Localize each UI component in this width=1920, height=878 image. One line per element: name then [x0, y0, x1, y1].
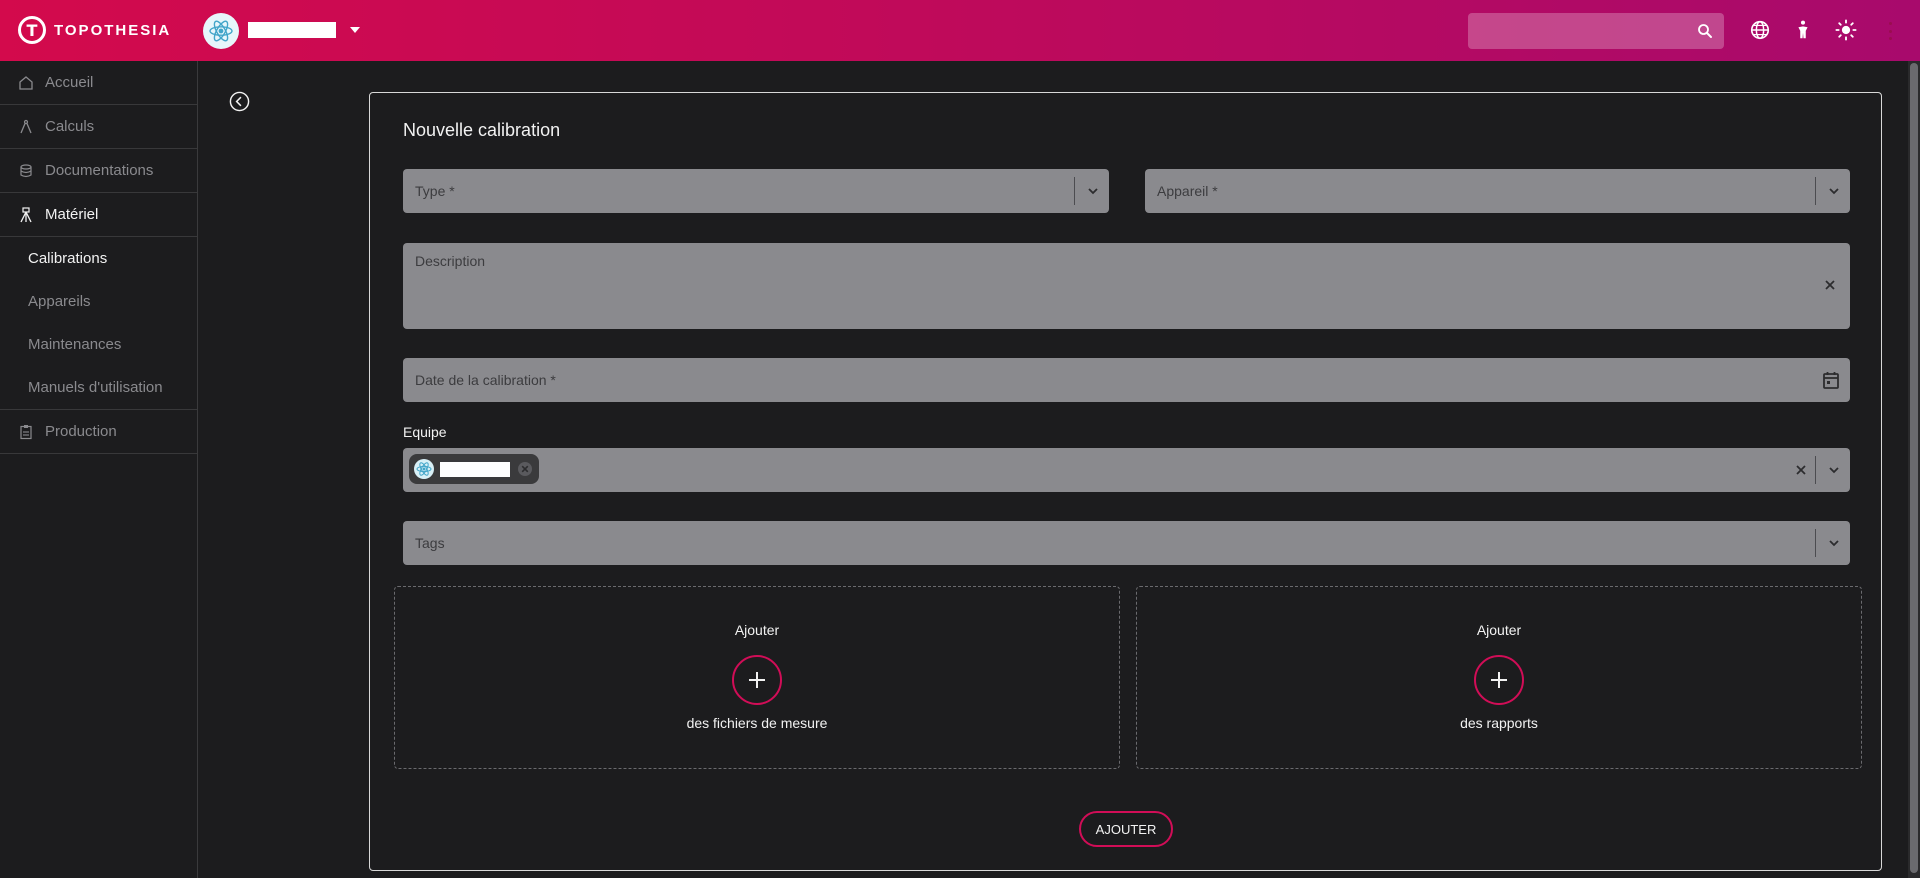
search-icon[interactable] — [1696, 22, 1714, 40]
sidebar-item-label: Accueil — [45, 74, 94, 91]
brand-name: TOPOTHESIA — [54, 21, 172, 39]
clear-icon[interactable] — [1824, 279, 1836, 291]
calibration-date-placeholder: Date de la calibration * — [415, 372, 556, 388]
measure-files-bottom-label: des fichiers de mesure — [686, 715, 828, 731]
measure-files-dropzone[interactable]: Ajouter des fichiers de mesure — [394, 586, 1120, 769]
reports-dropzone[interactable]: Ajouter des rapports — [1136, 586, 1862, 769]
tags-placeholder: Tags — [415, 535, 445, 551]
stack-icon — [20, 163, 32, 177]
theme-sun-icon[interactable] — [1835, 19, 1857, 41]
page-title: Nouvelle calibration — [403, 120, 561, 140]
calendar-icon[interactable] — [1822, 370, 1840, 390]
sidebar-item-label: Documentations — [45, 162, 154, 179]
organization-avatar[interactable] — [203, 13, 239, 49]
home-icon — [19, 75, 33, 90]
sidebar-item-label: Calculs — [45, 118, 95, 135]
select-separator — [1815, 177, 1816, 205]
device-select-placeholder: Appareil * — [1157, 183, 1218, 199]
device-select[interactable]: Appareil * — [1145, 169, 1850, 213]
add-reports-button[interactable] — [1474, 655, 1524, 705]
scrollbar-thumb[interactable] — [1910, 63, 1918, 873]
organization-dropdown-caret-icon[interactable] — [350, 27, 360, 33]
react-atom-icon — [416, 462, 432, 476]
chevron-down-icon[interactable] — [1828, 537, 1840, 549]
search-field[interactable] — [1468, 13, 1724, 49]
description-textarea[interactable]: Description — [403, 243, 1850, 329]
sidebar-item-accueil[interactable]: Accueil — [0, 61, 197, 105]
sidebar-item-label: Production — [45, 423, 117, 440]
tags-select[interactable]: Tags — [403, 521, 1850, 565]
team-member-avatar — [414, 459, 434, 479]
sidebar: Accueil Calculs Documentations Matériel … — [0, 61, 198, 878]
language-globe-icon[interactable] — [1749, 19, 1771, 41]
select-separator — [1074, 177, 1075, 205]
calibration-date-field[interactable]: Date de la calibration * — [403, 358, 1850, 402]
team-member-name-redacted — [440, 462, 510, 477]
accessibility-icon[interactable] — [1792, 19, 1814, 41]
compass-icon — [20, 119, 32, 133]
reports-top-label: Ajouter — [1476, 622, 1522, 638]
chevron-down-icon[interactable] — [1087, 185, 1099, 197]
sidebar-item-materiel[interactable]: Matériel — [0, 193, 197, 237]
measure-files-top-label: Ajouter — [734, 622, 780, 638]
plus-icon — [749, 672, 765, 688]
clear-all-icon[interactable] — [1795, 464, 1807, 476]
description-placeholder: Description — [415, 253, 486, 269]
select-separator — [1815, 529, 1816, 557]
materiel-submenu: Calibrations Appareils Maintenances Manu… — [0, 237, 197, 410]
sidebar-item-production[interactable]: Production — [0, 410, 197, 454]
page-scrollbar[interactable] — [1908, 61, 1920, 878]
organization-name-redacted — [248, 22, 336, 38]
back-arrow-icon[interactable] — [229, 91, 250, 112]
sidebar-subitem-manuels[interactable]: Manuels d'utilisation — [0, 366, 197, 409]
submit-add-button[interactable]: AJOUTER — [1079, 811, 1173, 847]
more-menu-icon[interactable] — [1889, 22, 1893, 40]
clipboard-icon — [20, 424, 32, 439]
calibration-form-card: Nouvelle calibration Type * Appareil * D… — [369, 92, 1882, 871]
chevron-down-icon[interactable] — [1828, 185, 1840, 197]
react-atom-icon — [209, 20, 233, 42]
team-multiselect[interactable] — [403, 448, 1850, 492]
reports-bottom-label: des rapports — [1460, 715, 1538, 731]
tripod-icon — [20, 206, 32, 222]
remove-chip-icon[interactable] — [517, 461, 533, 477]
add-measure-files-button[interactable] — [732, 655, 782, 705]
team-label: Equipe — [403, 424, 447, 440]
sidebar-item-documentations[interactable]: Documentations — [0, 149, 197, 193]
plus-icon — [1491, 672, 1507, 688]
sidebar-subitem-calibrations[interactable]: Calibrations — [0, 237, 197, 280]
sidebar-item-label: Matériel — [45, 206, 99, 223]
sidebar-subitem-appareils[interactable]: Appareils — [0, 280, 197, 323]
logo-mark-icon: T — [18, 16, 46, 44]
select-separator — [1815, 456, 1816, 484]
team-member-chip[interactable] — [409, 454, 539, 484]
chevron-down-icon[interactable] — [1828, 464, 1840, 476]
sidebar-subitem-maintenances[interactable]: Maintenances — [0, 323, 197, 366]
type-select-placeholder: Type * — [415, 183, 455, 199]
sidebar-item-calculs[interactable]: Calculs — [0, 105, 197, 149]
top-header: T TOPOTHESIA — [0, 0, 1920, 61]
type-select[interactable]: Type * — [403, 169, 1109, 213]
brand-logo[interactable]: T TOPOTHESIA — [18, 16, 171, 44]
